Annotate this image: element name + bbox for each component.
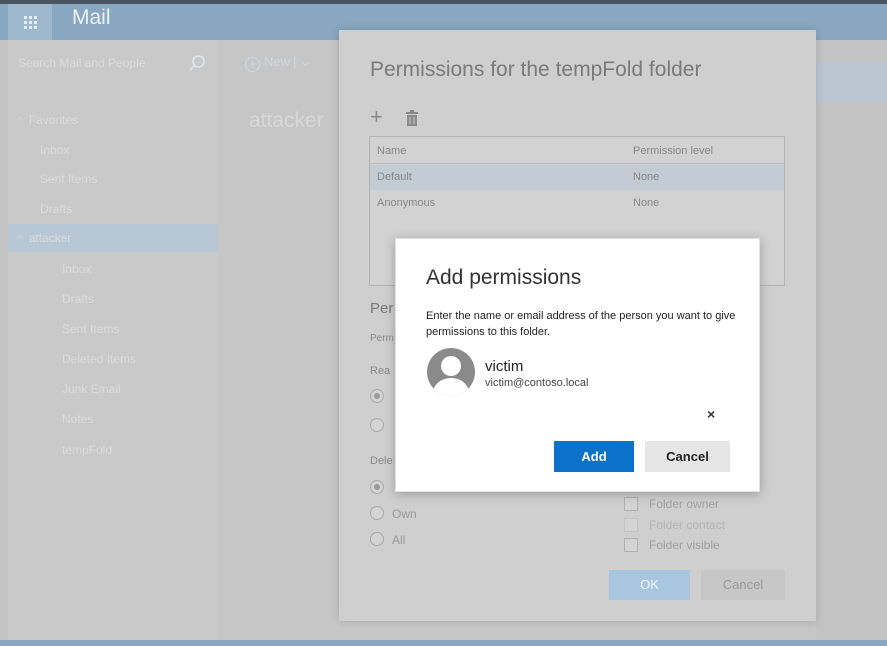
row-name: Default	[377, 171, 412, 183]
nav-favorites-label: Favorites	[28, 113, 79, 127]
table-header-row: Name Permission level	[370, 139, 784, 164]
waffle-icon	[23, 15, 37, 29]
nav-item-inbox[interactable]: Inbox	[8, 255, 218, 283]
nav-account-label: attacker	[28, 231, 72, 245]
folder-visible-checkbox[interactable]	[624, 538, 638, 552]
add-permission-plus-icon[interactable]: +	[370, 106, 383, 128]
column-header-name: Name	[377, 145, 407, 157]
delete-radio-own[interactable]	[370, 506, 384, 520]
delete-section-label: Dele	[370, 455, 393, 467]
dialog-cancel-button[interactable]: Cancel	[645, 441, 730, 472]
split-chevron-icon[interactable]: | ⌄	[293, 54, 311, 69]
folder-heading: attacker	[249, 109, 324, 132]
search-input[interactable]: Search Mail and People	[18, 56, 145, 70]
nav-item-favorite-drafts[interactable]: Drafts	[8, 195, 218, 223]
folder-visible-label: Folder visible	[649, 538, 720, 552]
bottom-bar	[0, 640, 887, 646]
permission-level-label: Perm	[370, 333, 394, 344]
ok-button[interactable]: OK	[609, 570, 690, 600]
nav-favorites-header[interactable]: ^ Favorites	[8, 106, 218, 134]
row-permission-level: None	[633, 197, 660, 209]
add-permissions-dialog: Add permissions Enter the name or email …	[395, 238, 760, 492]
row-permission-level: None	[633, 171, 660, 183]
app-title: Mail	[72, 6, 111, 29]
table-row[interactable]: Anonymous None	[370, 191, 784, 216]
delete-radio-all[interactable]	[370, 532, 384, 546]
nav-item-tempfold[interactable]: tempFold	[8, 436, 218, 464]
folder-contact-label: Folder contact	[649, 518, 726, 532]
dialog-title: Add permissions	[426, 266, 582, 289]
add-button[interactable]: Add	[554, 441, 634, 472]
column-header-permission-level: Permission level	[633, 145, 714, 157]
reading-pane	[816, 40, 887, 640]
chevron-up-icon: ^	[18, 234, 23, 245]
delete-all-label: All	[392, 533, 406, 547]
nav-item-deleted-items[interactable]: Deleted Items	[8, 345, 218, 373]
permissions-section-heading: Per	[370, 300, 394, 317]
folder-owner-checkbox[interactable]	[624, 497, 638, 511]
read-radio-2[interactable]	[370, 418, 384, 432]
remove-person-close-icon[interactable]: ×	[707, 406, 715, 422]
search-icon[interactable]	[188, 54, 206, 72]
app-launcher-button[interactable]	[8, 4, 52, 40]
dialog-description: Enter the name or email address of the p…	[426, 310, 736, 338]
person-name: victim	[485, 358, 524, 375]
chevron-up-icon: ^	[18, 116, 23, 127]
nav-item-favorite-sent-items[interactable]: Sent Items	[8, 165, 218, 193]
nav-item-favorite-inbox[interactable]: Inbox	[8, 136, 218, 164]
read-section-label: Rea	[370, 365, 391, 377]
trash-icon[interactable]	[405, 110, 419, 126]
read-radio-1[interactable]	[370, 389, 384, 403]
row-name: Anonymous	[377, 197, 436, 209]
folder-contact-checkbox[interactable]	[624, 518, 638, 532]
table-row[interactable]: Default None	[370, 165, 784, 190]
permissions-title: Permissions for the tempFold folder	[370, 58, 702, 81]
panel-cancel-button[interactable]: Cancel	[701, 570, 785, 600]
delete-own-label: Own	[392, 507, 417, 521]
folder-owner-label: Folder owner	[649, 497, 720, 511]
nav-item-drafts[interactable]: Drafts	[8, 285, 218, 313]
nav-item-sent-items[interactable]: Sent Items	[8, 315, 218, 343]
new-message-label: New	[264, 54, 291, 69]
search-box[interactable]: Search Mail and People	[8, 50, 218, 78]
person-email: victim@contoso.local	[485, 377, 589, 389]
nav-account-header[interactable]: ^ attacker	[8, 224, 218, 252]
delete-radio-none[interactable]	[370, 480, 384, 494]
nav-item-notes[interactable]: Notes	[8, 405, 218, 433]
person-avatar-icon	[427, 348, 475, 396]
plus-circle-icon: +	[245, 57, 260, 72]
nav-item-junk-email[interactable]: Junk Email	[8, 375, 218, 403]
new-message-button[interactable]: + New | ⌄	[245, 54, 311, 72]
folder-pane: Search Mail and People ^ Favorites Inbox …	[8, 40, 218, 640]
